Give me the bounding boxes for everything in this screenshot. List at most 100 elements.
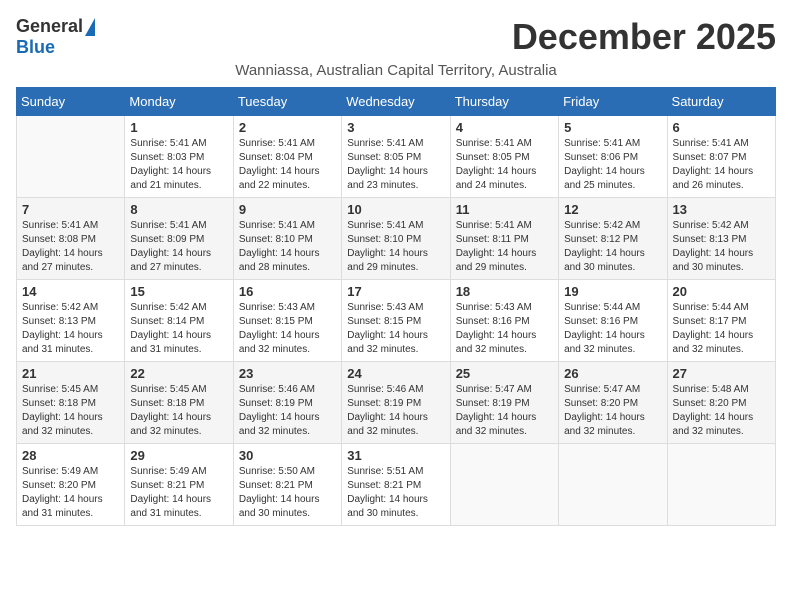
day-info: Sunrise: 5:44 AM Sunset: 8:17 PM Dayligh…	[673, 301, 770, 357]
day-number: 10	[347, 202, 444, 217]
day-info: Sunrise: 5:41 AM Sunset: 8:06 PM Dayligh…	[564, 137, 661, 193]
day-number: 25	[456, 366, 553, 381]
day-number: 23	[239, 366, 336, 381]
day-info: Sunrise: 5:41 AM Sunset: 8:03 PM Dayligh…	[130, 137, 227, 193]
calendar-cell: 24 Sunrise: 5:46 AM Sunset: 8:19 PM Dayli…	[342, 362, 450, 444]
calendar-week-5: 28 Sunrise: 5:49 AM Sunset: 8:20 PM Dayli…	[17, 444, 776, 526]
day-number: 6	[673, 120, 770, 135]
day-info: Sunrise: 5:42 AM Sunset: 8:12 PM Dayligh…	[564, 219, 661, 275]
day-info: Sunrise: 5:51 AM Sunset: 8:21 PM Dayligh…	[347, 465, 444, 521]
calendar-cell: 31 Sunrise: 5:51 AM Sunset: 8:21 PM Dayli…	[342, 444, 450, 526]
logo: General Blue	[16, 16, 95, 58]
month-title: December 2025	[512, 16, 776, 58]
calendar-cell: 19 Sunrise: 5:44 AM Sunset: 8:16 PM Dayli…	[559, 280, 667, 362]
calendar-cell: 22Sunrise: 5:45 AM Sunset: 8:18 PM Dayli…	[125, 362, 233, 444]
calendar-week-3: 14Sunrise: 5:42 AM Sunset: 8:13 PM Dayli…	[17, 280, 776, 362]
calendar-table: SundayMondayTuesdayWednesdayThursdayFrid…	[16, 87, 776, 526]
day-info: Sunrise: 5:41 AM Sunset: 8:11 PM Dayligh…	[456, 219, 553, 275]
calendar-cell: 1 Sunrise: 5:41 AM Sunset: 8:03 PM Daylig…	[125, 116, 233, 198]
calendar-cell: 10 Sunrise: 5:41 AM Sunset: 8:10 PM Dayli…	[342, 198, 450, 280]
day-info: Sunrise: 5:41 AM Sunset: 8:10 PM Dayligh…	[347, 219, 444, 275]
calendar-cell: 23 Sunrise: 5:46 AM Sunset: 8:19 PM Dayli…	[233, 362, 341, 444]
calendar-cell: 11 Sunrise: 5:41 AM Sunset: 8:11 PM Dayli…	[450, 198, 558, 280]
calendar-cell	[17, 116, 125, 198]
day-info: Sunrise: 5:43 AM Sunset: 8:15 PM Dayligh…	[239, 301, 336, 357]
calendar-cell: 4 Sunrise: 5:41 AM Sunset: 8:05 PM Daylig…	[450, 116, 558, 198]
day-number: 1	[130, 120, 227, 135]
day-number: 30	[239, 448, 336, 463]
day-info: Sunrise: 5:49 AM Sunset: 8:20 PM Dayligh…	[22, 465, 119, 521]
day-number: 14	[22, 284, 119, 299]
calendar-cell: 27 Sunrise: 5:48 AM Sunset: 8:20 PM Dayli…	[667, 362, 775, 444]
header-day-monday: Monday	[125, 88, 233, 116]
header-day-tuesday: Tuesday	[233, 88, 341, 116]
day-info: Sunrise: 5:49 AM Sunset: 8:21 PM Dayligh…	[130, 465, 227, 521]
day-number: 29	[130, 448, 227, 463]
day-number: 28	[22, 448, 119, 463]
calendar-cell: 17Sunrise: 5:43 AM Sunset: 8:15 PM Dayli…	[342, 280, 450, 362]
day-number: 4	[456, 120, 553, 135]
day-number: 22	[130, 366, 227, 381]
logo-blue-text: Blue	[16, 37, 55, 58]
day-number: 21	[22, 366, 119, 381]
calendar-cell: 18Sunrise: 5:43 AM Sunset: 8:16 PM Dayli…	[450, 280, 558, 362]
header-day-wednesday: Wednesday	[342, 88, 450, 116]
calendar-cell: 15 Sunrise: 5:42 AM Sunset: 8:14 PM Dayli…	[125, 280, 233, 362]
location-title: Wanniassa, Australian Capital Territory,…	[16, 62, 776, 79]
day-number: 20	[673, 284, 770, 299]
day-info: Sunrise: 5:42 AM Sunset: 8:13 PM Dayligh…	[673, 219, 770, 275]
calendar-cell: 21Sunrise: 5:45 AM Sunset: 8:18 PM Dayli…	[17, 362, 125, 444]
day-info: Sunrise: 5:41 AM Sunset: 8:08 PM Dayligh…	[22, 219, 119, 275]
day-number: 27	[673, 366, 770, 381]
day-info: Sunrise: 5:48 AM Sunset: 8:20 PM Dayligh…	[673, 383, 770, 439]
day-number: 31	[347, 448, 444, 463]
day-info: Sunrise: 5:46 AM Sunset: 8:19 PM Dayligh…	[347, 383, 444, 439]
day-info: Sunrise: 5:44 AM Sunset: 8:16 PM Dayligh…	[564, 301, 661, 357]
day-info: Sunrise: 5:41 AM Sunset: 8:04 PM Dayligh…	[239, 137, 336, 193]
day-info: Sunrise: 5:46 AM Sunset: 8:19 PM Dayligh…	[239, 383, 336, 439]
calendar-cell: 29 Sunrise: 5:49 AM Sunset: 8:21 PM Dayli…	[125, 444, 233, 526]
calendar-cell: 30 Sunrise: 5:50 AM Sunset: 8:21 PM Dayli…	[233, 444, 341, 526]
day-info: Sunrise: 5:41 AM Sunset: 8:09 PM Dayligh…	[130, 219, 227, 275]
day-number: 18	[456, 284, 553, 299]
day-number: 7	[22, 202, 119, 217]
day-number: 26	[564, 366, 661, 381]
calendar-cell	[667, 444, 775, 526]
day-number: 17	[347, 284, 444, 299]
day-info: Sunrise: 5:42 AM Sunset: 8:14 PM Dayligh…	[130, 301, 227, 357]
calendar-cell: 9Sunrise: 5:41 AM Sunset: 8:10 PM Daylig…	[233, 198, 341, 280]
calendar-cell	[559, 444, 667, 526]
day-info: Sunrise: 5:47 AM Sunset: 8:19 PM Dayligh…	[456, 383, 553, 439]
header-day-saturday: Saturday	[667, 88, 775, 116]
calendar-cell: 13 Sunrise: 5:42 AM Sunset: 8:13 PM Dayli…	[667, 198, 775, 280]
calendar-cell: 8 Sunrise: 5:41 AM Sunset: 8:09 PM Daylig…	[125, 198, 233, 280]
day-number: 13	[673, 202, 770, 217]
calendar-cell: 25 Sunrise: 5:47 AM Sunset: 8:19 PM Dayli…	[450, 362, 558, 444]
day-number: 9	[239, 202, 336, 217]
calendar-week-2: 7 Sunrise: 5:41 AM Sunset: 8:08 PM Daylig…	[17, 198, 776, 280]
day-info: Sunrise: 5:41 AM Sunset: 8:05 PM Dayligh…	[347, 137, 444, 193]
calendar-cell: 14Sunrise: 5:42 AM Sunset: 8:13 PM Dayli…	[17, 280, 125, 362]
calendar-cell: 16Sunrise: 5:43 AM Sunset: 8:15 PM Dayli…	[233, 280, 341, 362]
day-number: 15	[130, 284, 227, 299]
day-info: Sunrise: 5:50 AM Sunset: 8:21 PM Dayligh…	[239, 465, 336, 521]
calendar-cell: 5 Sunrise: 5:41 AM Sunset: 8:06 PM Daylig…	[559, 116, 667, 198]
day-number: 2	[239, 120, 336, 135]
day-number: 19	[564, 284, 661, 299]
day-number: 24	[347, 366, 444, 381]
day-info: Sunrise: 5:41 AM Sunset: 8:07 PM Dayligh…	[673, 137, 770, 193]
day-number: 5	[564, 120, 661, 135]
calendar-cell: 3 Sunrise: 5:41 AM Sunset: 8:05 PM Daylig…	[342, 116, 450, 198]
logo-icon	[85, 18, 95, 36]
day-number: 11	[456, 202, 553, 217]
day-number: 8	[130, 202, 227, 217]
calendar-cell: 2 Sunrise: 5:41 AM Sunset: 8:04 PM Daylig…	[233, 116, 341, 198]
calendar-week-1: 1 Sunrise: 5:41 AM Sunset: 8:03 PM Daylig…	[17, 116, 776, 198]
day-info: Sunrise: 5:47 AM Sunset: 8:20 PM Dayligh…	[564, 383, 661, 439]
logo-general-text: General	[16, 16, 83, 37]
day-number: 3	[347, 120, 444, 135]
header: General Blue December 2025	[16, 16, 776, 58]
day-info: Sunrise: 5:41 AM Sunset: 8:05 PM Dayligh…	[456, 137, 553, 193]
calendar-week-4: 21Sunrise: 5:45 AM Sunset: 8:18 PM Dayli…	[17, 362, 776, 444]
header-day-sunday: Sunday	[17, 88, 125, 116]
